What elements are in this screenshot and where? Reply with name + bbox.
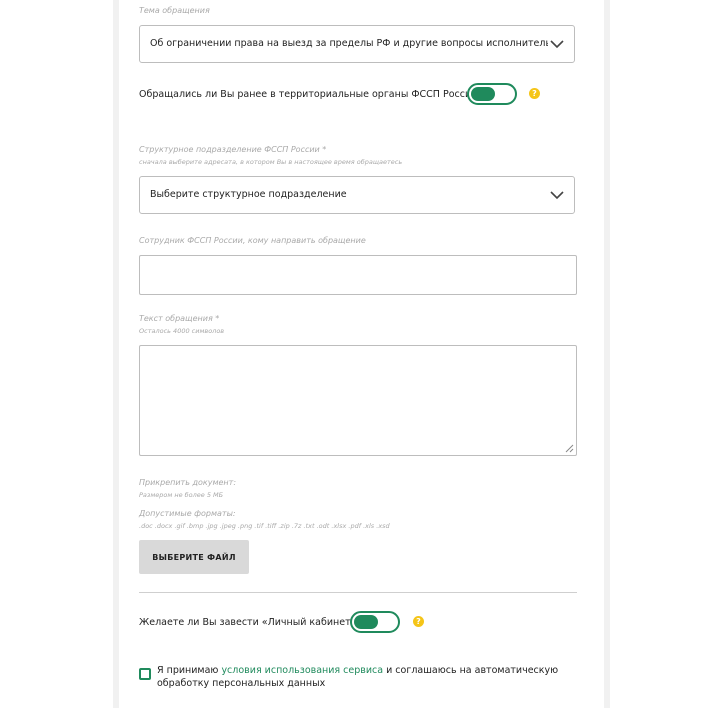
terms-link[interactable]: условия использования сервиса <box>221 665 383 676</box>
formats-list: .doc .docx .gif .bmp .jpg .jpeg .png .ti… <box>139 522 390 530</box>
message-hint: Осталось 4000 символов <box>139 327 225 335</box>
consent-text: Я принимаю условия использования сервиса… <box>157 664 587 690</box>
division-select-value: Выберите структурное подразделение <box>150 189 347 200</box>
employee-label: Сотрудник ФССП России, кому направить об… <box>139 236 366 245</box>
consent-prefix: Я принимаю <box>157 665 222 676</box>
formats-label: Допустимые форматы: <box>139 509 236 518</box>
message-textarea[interactable] <box>140 346 576 455</box>
attachment-size-hint: Размером не более 5 МБ <box>139 491 224 499</box>
topic-select-value: Об ограничении права на выезд за пределы… <box>150 38 548 49</box>
toggle-knob <box>471 87 495 101</box>
consent-checkbox[interactable] <box>139 668 151 680</box>
chevron-down-icon <box>550 40 564 49</box>
division-label: Структурное подразделение ФССП России * <box>139 145 327 154</box>
choose-file-button[interactable]: ВЫБЕРИТЕ ФАЙЛ <box>139 540 249 574</box>
topic-label: Тема обращения <box>139 6 210 15</box>
message-label: Текст обращения * <box>139 314 220 323</box>
right-border <box>604 0 610 708</box>
attachment-label: Прикрепить документ: <box>139 478 237 487</box>
employee-input[interactable] <box>140 256 576 294</box>
help-icon[interactable]: ? <box>413 616 424 627</box>
resize-grip-icon[interactable] <box>565 444 574 453</box>
topic-select[interactable]: Об ограничении права на выезд за пределы… <box>139 25 575 63</box>
employee-field-wrapper <box>139 255 577 295</box>
cabinet-question: Желаете ли Вы завести «Личный кабинет»: <box>139 617 360 628</box>
chevron-down-icon <box>550 191 564 200</box>
prior-contact-toggle[interactable] <box>467 83 517 105</box>
help-icon[interactable]: ? <box>529 88 540 99</box>
prior-contact-question: Обращались ли Вы ранее в территориальные… <box>139 89 481 100</box>
division-hint: сначала выберите адресата, в котором Вы … <box>139 158 403 166</box>
division-select[interactable]: Выберите структурное подразделение <box>139 176 575 214</box>
divider <box>139 592 577 593</box>
cabinet-toggle[interactable] <box>350 611 400 633</box>
toggle-knob <box>354 615 378 629</box>
message-field-wrapper <box>139 345 577 456</box>
left-border <box>113 0 119 708</box>
